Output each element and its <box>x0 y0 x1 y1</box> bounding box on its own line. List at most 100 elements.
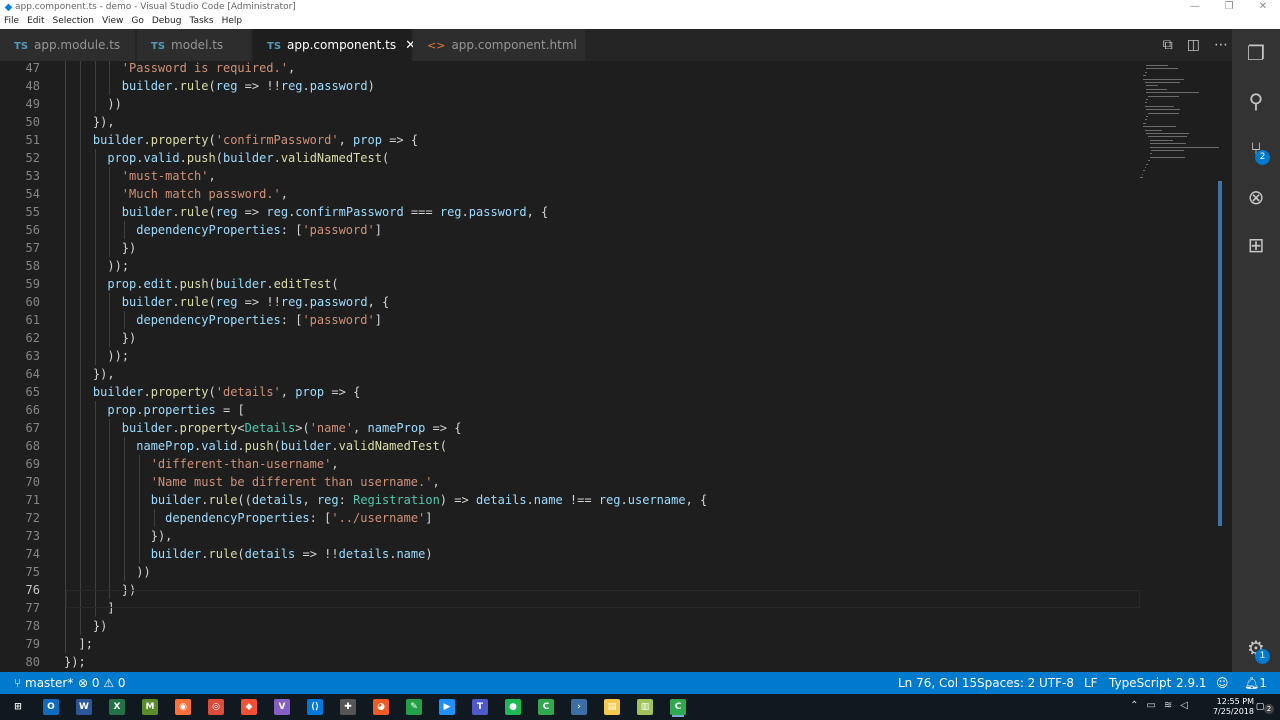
code-line[interactable]: )); <box>64 347 129 365</box>
code-line[interactable]: }) <box>64 239 136 257</box>
open-preview-icon[interactable]: ⧉ <box>1163 37 1173 53</box>
debug-icon[interactable]: ⊗ <box>1232 173 1280 221</box>
menu-tasks[interactable]: Tasks <box>185 15 217 29</box>
search-icon[interactable]: ⚲ <box>1232 77 1280 125</box>
excel-icon[interactable]: X <box>109 699 125 715</box>
code-line[interactable]: 'Much match password.', <box>64 185 288 203</box>
notepad-icon[interactable]: ▥ <box>637 699 653 715</box>
end-of-line[interactable]: LF <box>1084 672 1098 694</box>
code-line[interactable]: 'must-match', <box>64 167 216 185</box>
cursor-position[interactable]: Ln 76, Col 15 <box>898 672 977 694</box>
minimap[interactable] <box>1138 61 1219 672</box>
chrome-icon[interactable]: ◎ <box>208 699 224 715</box>
camtasia-recorder-icon[interactable]: C <box>670 699 686 715</box>
code-line[interactable]: 'different-than-username', <box>64 455 339 473</box>
tab-model[interactable]: TS model.ts <box>137 29 251 61</box>
close-window-button[interactable]: ✕ <box>1246 0 1280 15</box>
file-explorer-icon[interactable]: ▤ <box>604 699 620 715</box>
code-line[interactable]: builder.property<Details>('name', namePr… <box>64 419 462 437</box>
vscode-icon[interactable]: ⟨⟩ <box>307 699 323 715</box>
network-icon[interactable]: ▭ <box>1146 700 1155 711</box>
tab-app-component-html[interactable]: <> app.component.html <box>413 29 585 61</box>
code-line[interactable]: ]; <box>64 635 92 653</box>
notifications[interactable]: 🔔︎1 <box>1244 672 1267 694</box>
code-line[interactable]: dependencyProperties: ['password'] <box>64 221 382 239</box>
code-line[interactable]: builder.property('confirmPassword', prop… <box>64 131 418 149</box>
split-editor-icon[interactable]: ◫ <box>1187 37 1200 53</box>
line-number: 50 <box>25 115 40 129</box>
minecraft-icon[interactable]: M <box>142 699 158 715</box>
explorer-icon[interactable]: ❐ <box>1232 29 1280 77</box>
git-icon[interactable]: ◆ <box>241 699 257 715</box>
tool-icon[interactable]: ✚ <box>340 699 356 715</box>
minimize-button[interactable]: — <box>1178 0 1212 15</box>
code-line[interactable]: dependencyProperties: ['../username'] <box>64 509 432 527</box>
terminal-app-icon[interactable]: ▶ <box>439 699 455 715</box>
code-line[interactable]: prop.edit.push(builder.editTest( <box>64 275 338 293</box>
extensions-icon[interactable]: ⊞ <box>1232 221 1280 269</box>
menu-help[interactable]: Help <box>218 15 247 29</box>
code-line[interactable]: nameProp.valid.push(builder.validNamedTe… <box>64 437 447 455</box>
camtasia-icon[interactable]: C <box>538 699 554 715</box>
menu-view[interactable]: View <box>98 15 127 29</box>
code-line[interactable]: prop.valid.push(builder.validNamedTest( <box>64 149 389 167</box>
outlook-icon[interactable]: O <box>43 699 59 715</box>
code-line[interactable]: 'Password is required.', <box>64 61 295 77</box>
scrollbar-thumb[interactable] <box>1218 181 1222 526</box>
minimap-line <box>1144 71 1147 73</box>
smiley-feedback-icon[interactable]: ☺ <box>1216 672 1229 694</box>
code-line[interactable]: }); <box>64 653 86 671</box>
code-line[interactable]: )); <box>64 257 129 275</box>
firefox-icon[interactable]: ◉ <box>175 699 191 715</box>
volume-icon[interactable]: ◁ <box>1180 700 1188 711</box>
windows-start-icon[interactable]: ⊞ <box>10 699 26 715</box>
source-control-icon[interactable]: ⑂ <box>1232 125 1280 173</box>
word-icon[interactable]: W <box>76 699 92 715</box>
menu-file[interactable]: File <box>0 15 23 29</box>
branch-indicator[interactable]: ⑂ master* <box>14 672 73 694</box>
indentation[interactable]: Spaces: 2 <box>977 672 1035 694</box>
tab-app-module[interactable]: TS app.module.ts <box>0 29 135 61</box>
wifi-icon[interactable]: ≋ <box>1164 700 1172 711</box>
code-line[interactable]: }) <box>64 617 107 635</box>
code-line[interactable]: }), <box>64 113 115 131</box>
chevron-up-icon[interactable]: ⌃ <box>1130 700 1138 711</box>
code-line[interactable]: }), <box>64 365 115 383</box>
code-line[interactable]: prop.properties = [ <box>64 401 244 419</box>
menu-edit[interactable]: Edit <box>23 15 48 29</box>
code-line[interactable]: builder.rule(reg => reg.confirmPassword … <box>64 203 548 221</box>
spotify-icon[interactable]: ● <box>505 699 521 715</box>
menu-debug[interactable]: Debug <box>148 15 186 29</box>
menu-selection[interactable]: Selection <box>49 15 98 29</box>
encoding[interactable]: UTF-8 <box>1039 672 1074 694</box>
teams-icon[interactable]: T <box>472 699 488 715</box>
code-line[interactable]: builder.rule(reg => !!reg.password, { <box>64 293 389 311</box>
app-icon[interactable]: ✎ <box>406 699 422 715</box>
postman-icon[interactable]: ◕ <box>373 699 389 715</box>
code-line[interactable]: builder.rule(reg => !!reg.password) <box>64 77 375 95</box>
tab-label: model.ts <box>171 38 224 52</box>
ts-version[interactable]: 2.9.1 <box>1176 672 1207 694</box>
code-line[interactable]: 'Name must be different than username.', <box>64 473 440 491</box>
code-line[interactable]: dependencyProperties: ['password'] <box>64 311 382 329</box>
code-line[interactable]: builder.rule((details, reg: Registration… <box>64 491 708 509</box>
code-line[interactable]: builder.property('details', prop => { <box>64 383 360 401</box>
tab-app-component[interactable]: TS app.component.ts ✕ <box>253 29 416 61</box>
language-mode[interactable]: TypeScript <box>1109 672 1171 694</box>
line-number: 73 <box>25 529 40 543</box>
problems-indicator[interactable]: ⊗ 0 ⚠ 0 <box>78 672 126 694</box>
restore-button[interactable]: ❐ <box>1212 0 1246 15</box>
more-actions-icon[interactable]: ⋯ <box>1214 37 1228 53</box>
code-line[interactable]: builder.rule(details => !!details.name) <box>64 545 433 563</box>
menu-go[interactable]: Go <box>127 15 147 29</box>
code-line[interactable]: )) <box>64 563 150 581</box>
code-line[interactable]: }) <box>64 329 136 347</box>
visual-studio-icon[interactable]: V <box>274 699 290 715</box>
clock[interactable]: 12:55 PM 7/25/2018 <box>1213 697 1254 717</box>
code-editor[interactable]: 'Password is required.', builder.rule(re… <box>50 61 1138 672</box>
powershell-icon[interactable]: › <box>571 699 587 715</box>
code-line[interactable]: }), <box>64 527 173 545</box>
editor-scrollbar[interactable] <box>1218 61 1232 672</box>
code-line[interactable]: )) <box>64 95 121 113</box>
settings-gear-icon[interactable]: ⚙ <box>1232 624 1280 672</box>
